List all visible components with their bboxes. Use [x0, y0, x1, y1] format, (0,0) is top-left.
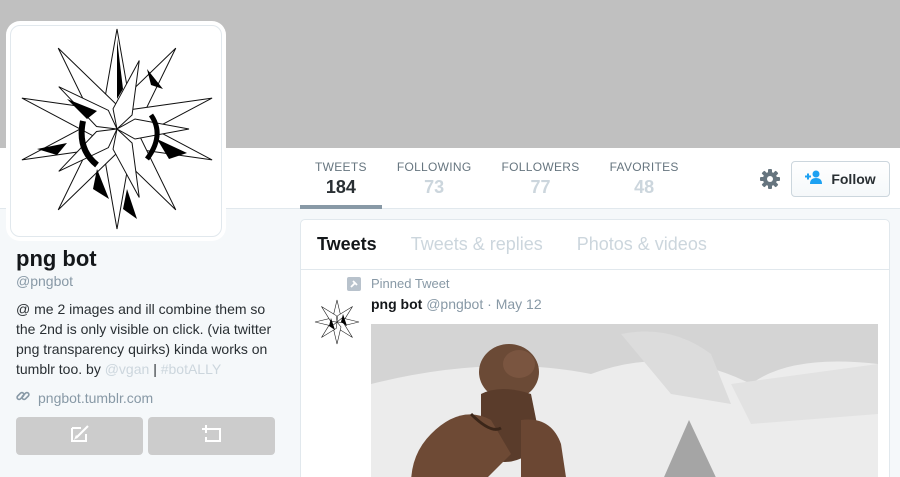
stat-label: FOLLOWERS	[501, 160, 580, 174]
tab-photos-videos[interactable]: Photos & videos	[577, 234, 707, 255]
profile-card: png bot @pngbot @ me 2 images and ill co…	[16, 245, 286, 406]
profile-handle[interactable]: @pngbot	[16, 273, 286, 289]
tweet-separator: ·	[487, 296, 492, 312]
compose-message-icon	[69, 424, 91, 449]
timeline-panel: Tweets Tweets & replies Photos & videos …	[300, 219, 890, 477]
tweet-author-handle[interactable]: @pngbot	[426, 296, 483, 312]
profile-stats: TWEETS 184 FOLLOWING 73 FOLLOWERS 77 FAV…	[300, 148, 694, 209]
bio-mention-link[interactable]: @vgan	[105, 361, 150, 377]
stat-value: 184	[325, 177, 356, 197]
tab-tweets-replies[interactable]: Tweets & replies	[411, 234, 543, 255]
add-to-list-icon	[200, 423, 224, 450]
tab-tweets[interactable]: Tweets	[317, 234, 377, 255]
stat-label: FOLLOWING	[396, 160, 472, 174]
stat-value: 73	[424, 177, 445, 197]
profile-website: pngbot.tumblr.com	[16, 389, 286, 406]
profile-name[interactable]: png bot	[16, 245, 286, 273]
pinned-label: Pinned Tweet	[371, 276, 450, 291]
message-button[interactable]	[16, 417, 143, 455]
follow-button[interactable]: Follow	[791, 161, 890, 197]
stat-tweets[interactable]: TWEETS 184	[300, 148, 382, 209]
profile-bio: @ me 2 images and ill combine them so th…	[16, 299, 278, 379]
stat-label: TWEETS	[315, 160, 367, 174]
stat-followers[interactable]: FOLLOWERS 77	[487, 148, 595, 209]
tweet-avatar[interactable]	[313, 298, 361, 346]
bio-separator: |	[153, 361, 157, 377]
stat-following[interactable]: FOLLOWING 73	[382, 148, 487, 209]
pinned-indicator: Pinned Tweet	[347, 276, 450, 291]
tweet-image[interactable]	[371, 324, 878, 477]
profile-avatar[interactable]	[10, 25, 222, 237]
stat-value: 77	[530, 177, 551, 197]
tweet-header: png bot @pngbot · May 12	[371, 296, 542, 312]
stat-value: 48	[634, 177, 655, 197]
add-to-list-button[interactable]	[148, 417, 275, 455]
pin-icon	[347, 276, 361, 291]
stat-favorites[interactable]: FAVORITES 48	[595, 148, 694, 209]
follow-label: Follow	[831, 171, 876, 187]
timeline-tabs: Tweets Tweets & replies Photos & videos	[301, 220, 889, 270]
website-link[interactable]: pngbot.tumblr.com	[38, 390, 153, 406]
bio-hashtag-link[interactable]: #botALLY	[161, 361, 221, 377]
tweet-author-name[interactable]: png bot	[371, 296, 422, 312]
gear-icon[interactable]	[759, 168, 781, 190]
stat-label: FAVORITES	[609, 160, 679, 174]
link-icon	[16, 389, 30, 406]
tweet-date[interactable]: May 12	[496, 296, 542, 312]
add-user-icon	[805, 170, 823, 189]
